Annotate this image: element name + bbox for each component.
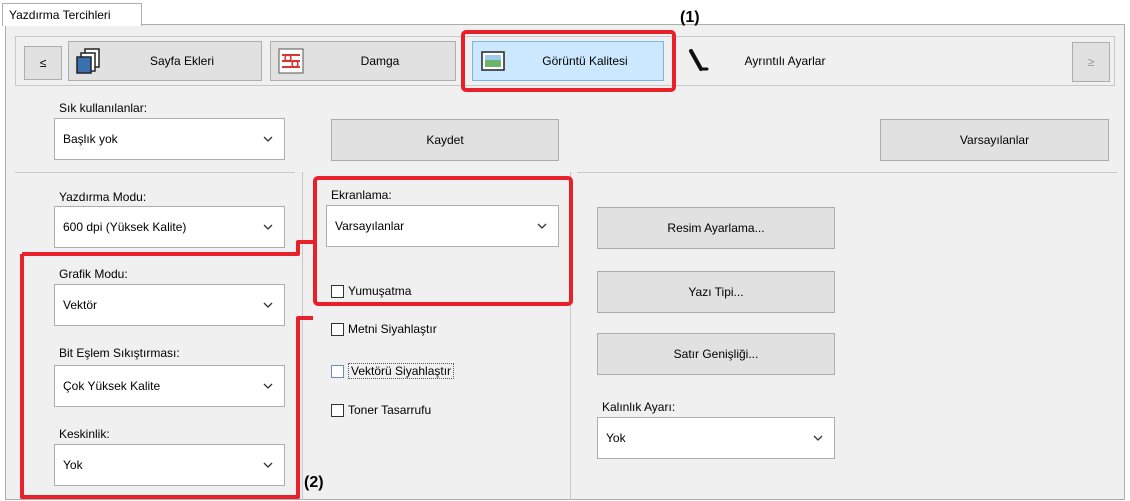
window-tab-title: Yazdırma Tercihleri xyxy=(9,8,111,22)
highlight-outline-2 xyxy=(20,240,313,499)
callout-2: (2) xyxy=(304,474,324,491)
window-tab[interactable]: Yazdırma Tercihleri xyxy=(2,3,142,26)
callout-1: (1) xyxy=(680,9,700,26)
